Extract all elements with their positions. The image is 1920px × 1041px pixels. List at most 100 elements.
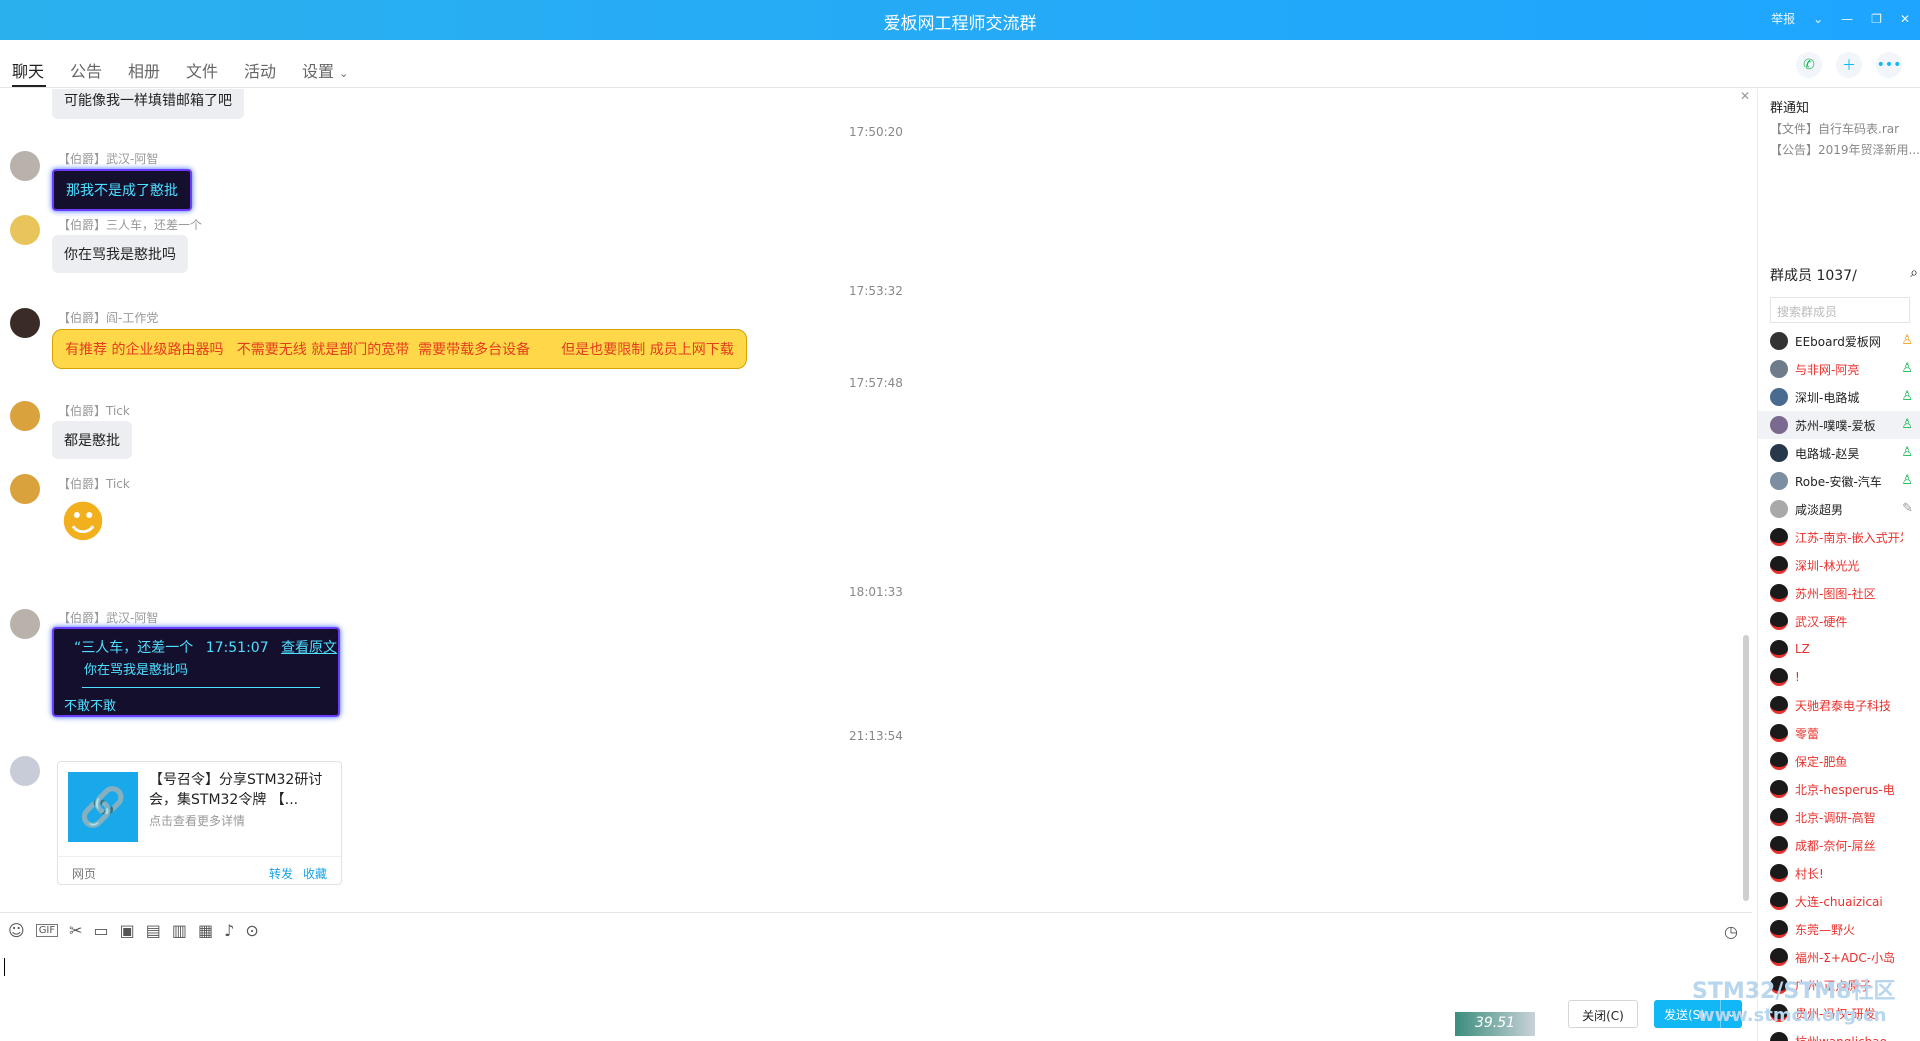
chevron-down-icon[interactable]: ⌄: [1813, 12, 1823, 26]
avatar[interactable]: [10, 756, 40, 786]
search-icon[interactable]: ⌕: [1910, 265, 1918, 285]
qq-penguin-icon: [1770, 808, 1788, 826]
tab-album[interactable]: 相册: [128, 58, 160, 82]
chat-history[interactable]: 可能像我一样填错邮箱了吧 17:50:20 【伯爵】武汉-阿智 那我不是成了憨批…: [0, 89, 1748, 912]
member-list[interactable]: EEboard爱板网 ♙ 与非网-阿亮 ♙ 深圳-电路城 ♙ 苏州-噗噗-爱板 ♙ 电路城-赵昊…: [1758, 327, 1920, 1041]
speed-meter: 39.51: [1455, 1012, 1535, 1036]
notice-item[interactable]: 【公告】2019年贸泽新用...: [1770, 141, 1920, 158]
member-row[interactable]: 咸淡超男 ✎: [1758, 495, 1920, 523]
member-row[interactable]: 保定-肥鱼: [1758, 747, 1920, 775]
member-name: 杭州wanglichao: [1795, 1033, 1887, 1041]
message-bubble: 有推荐 的企业级路由器吗 不需要无线 就是部门的宽带 需要带载多台设备 但是也要…: [52, 329, 747, 369]
notice-title: 群通知: [1770, 101, 1810, 116]
member-name: 深圳-电路城: [1795, 390, 1860, 405]
tab-files[interactable]: 文件: [186, 58, 218, 82]
chat-scrollbar[interactable]: ✕: [1740, 89, 1752, 912]
notice-item[interactable]: 【文件】自行车码表.rar: [1770, 120, 1920, 137]
avatar[interactable]: [10, 609, 40, 639]
reply-bubble: “三人车，还差一个 17:51:07 查看原文 你在骂我是憨批吗 不敢不敢: [52, 627, 340, 717]
report-link[interactable]: 举报: [1771, 10, 1795, 27]
member-name: 江苏-南京-嵌入式开发: [1795, 530, 1903, 545]
bell-icon[interactable]: ♪: [224, 921, 234, 940]
member-row[interactable]: 大连-chuaizicai: [1758, 887, 1920, 915]
message-bubble: 都是憨批: [52, 421, 132, 459]
more-icon[interactable]: ⊙: [245, 921, 258, 940]
tab-settings-label: 设置: [302, 62, 335, 81]
member-name: !: [1795, 670, 1800, 684]
right-panel: 群通知 【文件】自行车码表.rar 【公告】2019年贸泽新用... 群成员 1…: [1757, 89, 1920, 1041]
member-row[interactable]: 零蕾: [1758, 719, 1920, 747]
member-row[interactable]: 村长!: [1758, 859, 1920, 887]
more-icon[interactable]: •••: [1876, 52, 1902, 78]
forward-link[interactable]: 转发: [269, 865, 293, 882]
qq-penguin-icon: [1770, 780, 1788, 798]
member-row[interactable]: 北京-hesperus-电: [1758, 775, 1920, 803]
qq-penguin-icon: [1770, 948, 1788, 966]
minimize-icon[interactable]: —: [1841, 12, 1853, 26]
message-bubble: 那我不是成了憨批: [52, 169, 192, 211]
member-row[interactable]: !: [1758, 663, 1920, 691]
avatar: [1770, 388, 1788, 406]
member-row[interactable]: LZ: [1758, 635, 1920, 663]
member-row[interactable]: 苏州-噗噗-爱板 ♙: [1758, 411, 1920, 439]
member-row[interactable]: 江苏-南京-嵌入式开发: [1758, 523, 1920, 551]
member-row[interactable]: 电路城-赵昊 ♙: [1758, 439, 1920, 467]
member-row[interactable]: 与非网-阿亮 ♙: [1758, 355, 1920, 383]
screenshot-icon[interactable]: ✂: [69, 921, 82, 940]
member-name: 武汉-硬件: [1795, 614, 1848, 629]
sticker-image[interactable]: ☻: [54, 495, 112, 549]
member-row[interactable]: EEboard爱板网 ♙: [1758, 327, 1920, 355]
folder-icon[interactable]: ▭: [94, 921, 109, 940]
tab-announcement[interactable]: 公告: [70, 58, 102, 82]
member-name: LZ: [1795, 642, 1810, 656]
member-row[interactable]: 苏州-图图-社区: [1758, 579, 1920, 607]
restore-icon[interactable]: ❐: [1871, 12, 1882, 26]
member-row[interactable]: 杭州wanglichao: [1758, 1027, 1920, 1041]
link-icon: 🔗: [68, 772, 138, 842]
close-button[interactable]: 关闭(C): [1568, 1000, 1638, 1028]
view-original-link[interactable]: 查看原文: [281, 640, 337, 656]
admin-badge-icon: ♙: [1901, 417, 1913, 432]
active-tab-indicator: [12, 85, 46, 87]
favorite-link[interactable]: 收藏: [303, 865, 327, 882]
history-icon[interactable]: ◷: [1724, 922, 1738, 941]
phone-icon[interactable]: ✆: [1796, 52, 1822, 78]
avatar[interactable]: [10, 401, 40, 431]
close-icon[interactable]: ✕: [1740, 89, 1750, 103]
member-name: 大连-chuaizicai: [1795, 894, 1883, 909]
member-row[interactable]: 深圳-林光光: [1758, 551, 1920, 579]
gift-icon[interactable]: ▥: [172, 921, 187, 940]
member-row[interactable]: 成都-奈何-屌丝: [1758, 831, 1920, 859]
member-row[interactable]: 东莞—野火: [1758, 915, 1920, 943]
avatar[interactable]: [10, 215, 40, 245]
avatar[interactable]: [10, 474, 40, 504]
timestamp: 17:57:48: [849, 376, 903, 390]
qq-penguin-icon: [1770, 556, 1788, 574]
avatar[interactable]: [10, 308, 40, 338]
close-icon[interactable]: ✕: [1900, 12, 1910, 26]
gif-icon[interactable]: GIF: [35, 924, 59, 937]
link-card[interactable]: 🔗 【号召令】分享STM32研讨会，集STM32令牌 【... 点击查看更多详情…: [57, 761, 342, 885]
member-row[interactable]: Robe-安徽-汽车 ♙: [1758, 467, 1920, 495]
tab-settings[interactable]: 设置 ⌄: [302, 58, 348, 82]
member-search-input[interactable]: 搜索群成员: [1770, 297, 1910, 323]
member-name: 苏州-图图-社区: [1795, 586, 1876, 601]
avatar[interactable]: [10, 151, 40, 181]
member-row[interactable]: 福州-Σ+ADC-小岛: [1758, 943, 1920, 971]
member-row[interactable]: 深圳-电路城 ♙: [1758, 383, 1920, 411]
video-icon[interactable]: ▤: [146, 921, 161, 940]
member-row[interactable]: 天驰君泰电子科技: [1758, 691, 1920, 719]
avatar: [1770, 416, 1788, 434]
tab-chat[interactable]: 聊天: [12, 58, 44, 82]
add-chat-icon[interactable]: ＋: [1836, 52, 1862, 78]
member-row[interactable]: 武汉-硬件: [1758, 607, 1920, 635]
tab-activity[interactable]: 活动: [244, 58, 276, 82]
emoji-icon[interactable]: ☺: [8, 921, 25, 940]
image-icon[interactable]: ▣: [120, 921, 135, 940]
avatar: [1770, 444, 1788, 462]
quote-header: “三人车，还差一个 17:51:07 查看原文: [64, 637, 337, 657]
member-row[interactable]: 北京-调研-高智: [1758, 803, 1920, 831]
scrollbar-thumb[interactable]: [1743, 635, 1749, 901]
member-name: 村长!: [1795, 866, 1824, 881]
red-packet-icon[interactable]: ▦: [198, 921, 213, 940]
